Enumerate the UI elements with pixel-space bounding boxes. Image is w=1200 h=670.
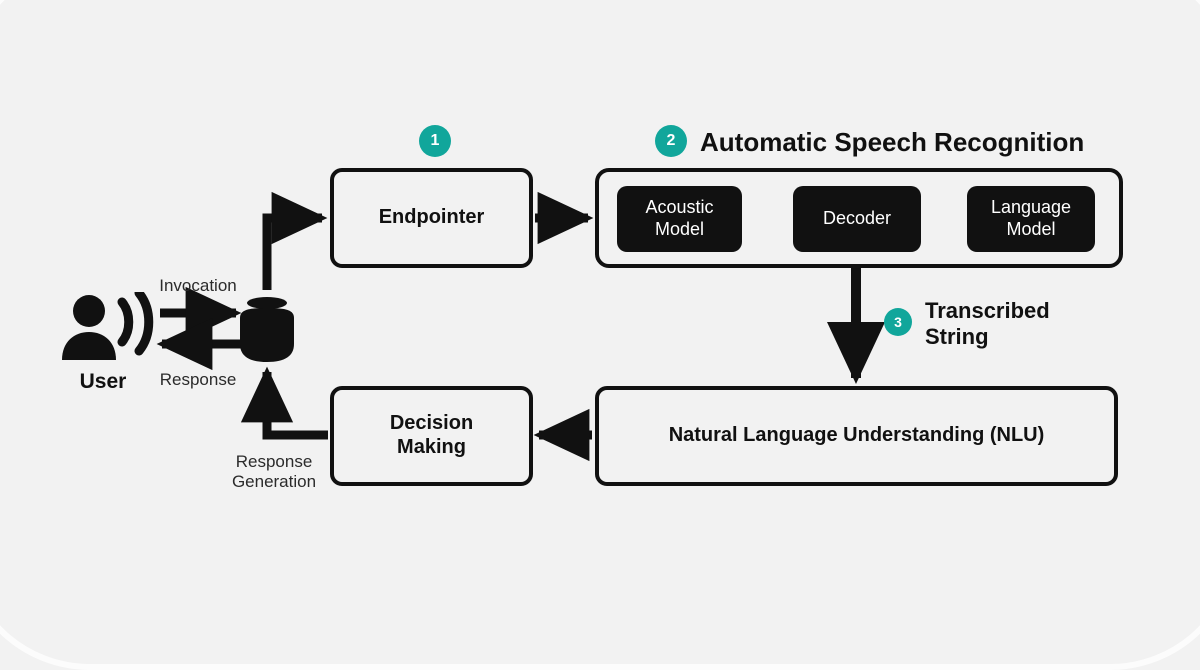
connector-label-response-generation: Response Generation <box>210 452 338 493</box>
step-badge-3-number: 3 <box>894 314 902 330</box>
response-generation-line2: Generation <box>231 472 317 492</box>
decision-making-label-line1: Decision <box>389 412 474 435</box>
step-badge-1: 1 <box>419 125 451 157</box>
transcribed-string-line1: Transcribed <box>925 298 1050 323</box>
response-generation-line1: Response <box>235 452 313 471</box>
asr-box-decoder[interactable]: Decoder <box>793 186 921 252</box>
step-badge-2-number: 2 <box>666 132 676 149</box>
asr-box-acoustic-model[interactable]: Acoustic Model <box>617 186 742 252</box>
endpointer-label: Endpointer <box>378 206 485 229</box>
diagram-canvas: Endpointer Acoustic Model Decoder Langua… <box>0 0 1200 670</box>
connector-label-invocation: Invocation <box>159 276 237 295</box>
nlu-label: Natural Language Understanding (NLU) <box>668 424 1045 447</box>
language-model-label-line2: Model <box>1006 219 1056 239</box>
step-badge-1-number: 1 <box>430 132 440 149</box>
step-badge-2: 2 <box>655 125 687 157</box>
person-with-sound-waves-icon <box>62 292 154 360</box>
arrow-device-to-endpointer <box>262 191 328 290</box>
transcribed-string-label: Transcribed String <box>925 298 1050 349</box>
connector-label-response: Response <box>159 370 237 389</box>
stage-box-decision-making[interactable]: Decision Making <box>330 386 533 486</box>
arrow-decision-making-to-device <box>240 366 328 440</box>
step-badge-3: 3 <box>884 308 912 336</box>
stage-box-natural-language-understanding[interactable]: Natural Language Understanding (NLU) <box>595 386 1118 486</box>
decision-making-label-line2: Making <box>397 436 466 458</box>
user-label: User <box>79 370 127 393</box>
acoustic-model-label-line2: Model <box>654 219 705 239</box>
decoder-label: Decoder <box>822 208 892 229</box>
acoustic-model-label-line1: Acoustic <box>645 197 714 218</box>
transcribed-string-line2: String <box>925 323 989 349</box>
stage-box-endpointer[interactable]: Endpointer <box>330 168 533 268</box>
asr-section-title: Automatic Speech Recognition <box>700 127 1085 157</box>
language-model-label-line1: Language <box>990 197 1072 218</box>
smart-speaker-icon <box>240 297 294 362</box>
asr-box-language-model[interactable]: Language Model <box>967 186 1095 252</box>
